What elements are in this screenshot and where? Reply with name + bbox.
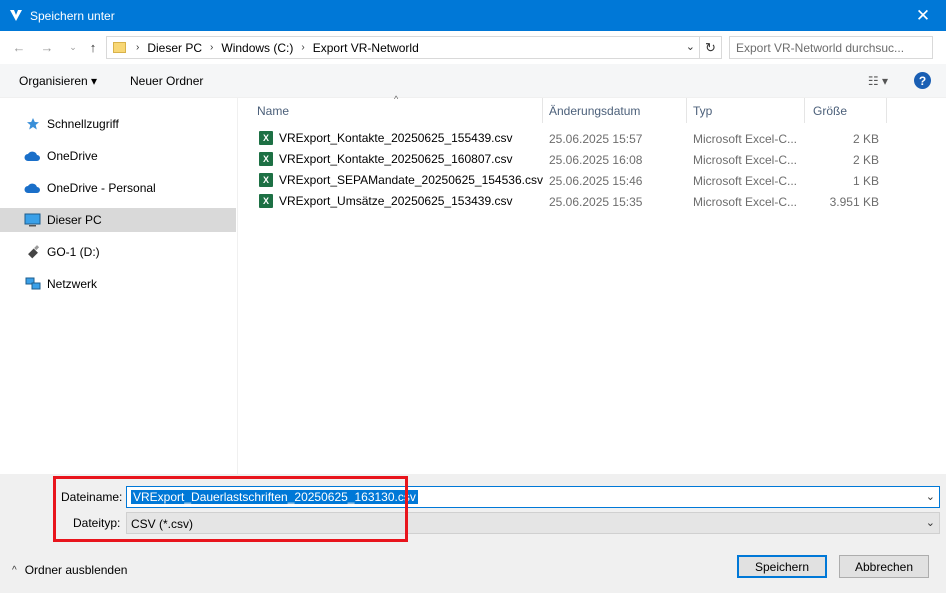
excel-csv-icon: X [259,194,273,208]
file-size: 3.951 KB [829,195,879,209]
file-type: Microsoft Excel-C... [693,132,798,146]
file-name: VRExport_Kontakte_20250625_155439.csv [279,131,513,145]
app-icon [10,10,22,21]
sidebar-item-go1-drive[interactable]: GO-1 (D:) [0,240,236,264]
network-icon [24,277,41,291]
column-header-date[interactable]: Änderungsdatum [549,98,687,123]
computer-icon [24,213,41,227]
file-date: 25.06.2025 15:46 [549,174,643,188]
excel-csv-icon: X [259,131,273,145]
chevron-up-icon: ^ [12,564,17,576]
star-icon [24,117,41,131]
sidebar-item-label: OneDrive - Personal [47,181,156,195]
title-bar: Speichern unter ✕ [0,0,946,31]
file-date: 25.06.2025 15:35 [549,195,643,209]
excel-csv-icon: X [259,152,273,166]
folder-icon [113,42,126,53]
view-options-icon[interactable]: ☷ ▾ [868,74,888,88]
navigation-pane: Schnellzugriff OneDrive OneDrive - Perso… [0,98,238,474]
file-type: Microsoft Excel-C... [693,195,798,209]
organize-button[interactable]: Organisieren ▾ [19,74,97,88]
column-header-type[interactable]: Typ [693,98,805,123]
excel-csv-icon: X [259,173,273,187]
save-button[interactable]: Speichern [737,555,827,578]
search-input[interactable]: Export VR-Networld durchsuc... [729,36,933,59]
breadcrumb-export-folder[interactable]: Export VR-Networld [313,41,419,55]
address-dropdown-icon[interactable]: ⌄ [686,40,695,53]
file-date: 25.06.2025 16:08 [549,153,643,167]
cloud-icon [24,149,41,163]
usb-drive-icon [24,245,41,259]
window-title: Speichern unter [30,9,115,23]
file-row[interactable]: X VRExport_Kontakte_20250625_155439.csv 2… [239,128,946,149]
file-size: 1 KB [852,174,879,188]
sidebar-item-onedrive-personal[interactable]: OneDrive - Personal [0,176,236,200]
help-icon[interactable]: ? [914,72,931,89]
close-icon[interactable]: ✕ [900,0,946,31]
forward-arrow-icon[interactable]: → [38,39,56,55]
sidebar-item-label: Dieser PC [47,213,102,227]
hide-folders-label: Ordner ausblenden [24,563,128,577]
file-row[interactable]: X VRExport_SEPAMandate_20250625_154536.cs… [239,170,946,191]
sidebar-item-quick-access[interactable]: Schnellzugriff [0,112,236,136]
hide-folders-button[interactable]: ^ Ordner ausblenden [12,563,127,577]
sidebar-item-onedrive[interactable]: OneDrive [0,144,236,168]
address-bar[interactable]: › Dieser PC › Windows (C:) › Export VR-N… [106,36,722,59]
breadcrumb-separator-icon: › [136,42,140,53]
column-header-size[interactable]: Größe [813,98,887,123]
breadcrumb-separator-icon: › [210,42,214,53]
cancel-button[interactable]: Abbrechen [839,555,929,578]
highlight-box [53,476,408,542]
file-size: 2 KB [852,132,879,146]
command-toolbar: Organisieren ▾ Neuer Ordner ☷ ▾ ? [0,64,946,98]
recent-locations-chevron-icon[interactable]: ⌄ [64,39,82,55]
breadcrumb-dieser-pc[interactable]: Dieser PC [147,41,202,55]
chevron-down-icon[interactable]: ⌄ [926,490,935,503]
file-date: 25.06.2025 15:57 [549,132,643,146]
file-name: VRExport_Kontakte_20250625_160807.csv [279,152,513,166]
file-row[interactable]: X VRExport_Umsätze_20250625_153439.csv 25… [239,191,946,212]
chevron-down-icon[interactable]: ⌄ [926,516,935,529]
navigation-bar: ← → ⌄ ↑ › Dieser PC › Windows (C:) › Exp… [0,31,946,64]
sidebar-item-label: Netzwerk [47,277,98,291]
file-name: VRExport_SEPAMandate_20250625_154536.csv [279,173,543,187]
file-type: Microsoft Excel-C... [693,174,798,188]
up-arrow-icon[interactable]: ↑ [84,39,102,55]
breadcrumb-separator-icon: › [301,42,305,53]
column-header-name[interactable]: Name [257,98,543,123]
file-type: Microsoft Excel-C... [693,153,798,167]
refresh-icon[interactable]: ↻ [699,37,721,58]
file-row[interactable]: X VRExport_Kontakte_20250625_160807.csv 2… [239,149,946,170]
file-list: ^ Name Änderungsdatum Typ Größe X VRExpor… [239,94,946,474]
file-size: 2 KB [852,153,879,167]
sidebar-item-network[interactable]: Netzwerk [0,272,236,296]
breadcrumb-windows-c[interactable]: Windows (C:) [221,41,293,55]
save-panel: Dateiname: VRExport_Dauerlastschriften_2… [0,474,946,593]
sidebar-item-this-pc[interactable]: Dieser PC [0,208,236,232]
sidebar-item-label: Schnellzugriff [47,117,119,131]
back-arrow-icon[interactable]: ← [10,39,28,55]
sidebar-item-label: GO-1 (D:) [47,245,100,259]
new-folder-button[interactable]: Neuer Ordner [130,74,203,88]
file-name: VRExport_Umsätze_20250625_153439.csv [279,194,513,208]
sidebar-item-label: OneDrive [47,149,98,163]
cloud-icon [24,181,41,195]
